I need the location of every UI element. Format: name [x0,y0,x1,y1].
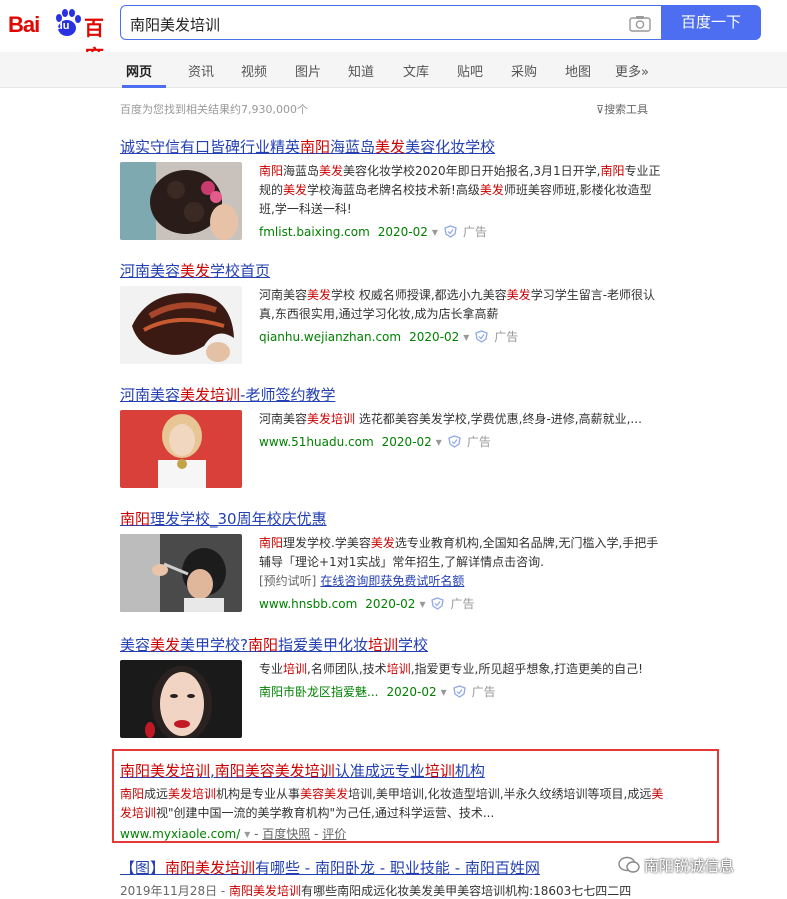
result-title[interactable]: 美容美发美甲学校?南阳指爱美甲化妆培训学校 [120,634,680,655]
result-count: 百度为您找到相关结果约7,930,000个 [120,103,308,116]
result-thumbnail[interactable] [120,162,242,240]
search-tools[interactable]: ⊽搜索工具 [596,101,648,117]
ad-shield-icon [444,225,457,238]
ad-label: 广告 [466,435,491,449]
result-title[interactable]: 南阳理发学校_30周年校庆优惠 [120,508,680,529]
result-title[interactable]: 南阳美发培训,南阳美容美发培训认准成远专业培训机构 [120,760,680,781]
result-source: www.51huadu.com 2020-02 ▾ 广告 [259,433,661,450]
cache-link[interactable]: 百度快照 [262,827,310,841]
result-source: fmlist.baixing.com 2020-02 ▾ 广告 [259,223,661,240]
result-thumbnail[interactable] [120,286,242,364]
result-source: qianhu.wejianzhan.com 2020-02 ▾ 广告 [259,328,661,345]
tab-news[interactable]: 资讯 [188,61,214,80]
result-abstract: 河南美容美发培训 选花都美容美发学校,学费优惠,终身-进修,高薪就业,... [259,412,642,426]
result-thumbnail[interactable] [120,660,242,738]
result-date: 2020-02 [377,225,428,239]
dropdown-arrow-icon[interactable]: ▾ [441,685,447,699]
result-date: 2020-02 [409,330,460,344]
result-abstract: 南阳海蓝岛美发美容化妆学校2020年即日开始报名,3月1日开学,南阳专业正规的美… [259,164,661,216]
ad-label: 广告 [471,685,496,699]
dropdown-arrow-icon[interactable]: ▾ [463,330,469,344]
result-url[interactable]: www.51huadu.com [259,435,374,449]
sublink-label: [预约试听] [259,574,317,588]
result-body: 南阳海蓝岛美发美容化妆学校2020年即日开始报名,3月1日开学,南阳专业正规的美… [259,162,661,240]
result-abstract: 专业培训,名师团队,技术培训,指爱更专业,所见超乎想象,打造更美的自己! [259,662,643,676]
watermark-text: 南阳锐诚信息 [644,857,735,875]
header: Bai du 百度 南阳美发培训 百度一下 [0,0,787,69]
logo-du: du [56,20,70,32]
result-date: 2020-02 [386,685,437,699]
tab-web[interactable]: 网页 [126,61,152,80]
logo-bai: Bai [8,12,40,37]
search-input[interactable]: 南阳美发培训 [120,5,661,40]
tab-video[interactable]: 视频 [241,61,267,80]
result-sublink-row: [预约试听] 在线咨询即获免费试听名额 [259,572,661,591]
result-abstract: 河南美容美发学校 权威名师授课,都选小九美容美发学习学生留言-老师很认真,东西很… [259,288,656,321]
baidu-logo[interactable]: Bai du 百度 [8,6,114,69]
result-thumbnail[interactable] [120,410,242,488]
result-url[interactable]: www.hnsbb.com [259,597,357,611]
nav-tabs: 网页 资讯 视频 图片 知道 文库 贴吧 采购 地图 更多» [0,52,787,88]
active-tab-indicator [122,85,166,88]
result-body: 河南美容美发培训 选花都美容美发学校,学费优惠,终身-进修,高薪就业,... w… [259,410,661,450]
ad-label: 广告 [494,330,519,344]
result-url[interactable]: 南阳市卧龙区指爱魅... [259,685,378,699]
result-source: www.hnsbb.com 2020-02 ▾ 广告 [259,595,661,612]
ad-label: 广告 [462,225,487,239]
dropdown-arrow-icon[interactable]: ▾ [432,225,438,239]
tab-more[interactable]: 更多» [615,61,649,80]
result-url[interactable]: www.myxiaole.com/ [120,827,240,841]
result-source: 南阳市卧龙区指爱魅... 2020-02 ▾ 广告 [259,683,661,700]
ad-shield-icon [431,597,445,610]
organic-result: 南阳美发培训,南阳美容美发培训认准成远专业培训机构 南阳成远美发培训机构是专业从… [120,760,680,842]
ad-result: 美容美发美甲学校?南阳指爱美甲化妆培训学校 专业培训,名师团队,技术培训,指爱更… [120,634,680,738]
search-query: 南阳美发培训 [130,16,221,34]
tab-zhidao[interactable]: 知道 [348,61,374,80]
result-abstract: 2019年11月28日 - 南阳美发培训有哪些南阳成远化妆美发美甲美容培训机构:… [120,884,632,898]
tab-caigou[interactable]: 采购 [511,61,537,80]
result-title[interactable]: 诚实守信有口皆碑行业精英南阳海蓝岛美发美容化妆学校 [120,136,680,157]
result-thumbnail[interactable] [120,534,242,612]
result-url[interactable]: qianhu.wejianzhan.com [259,330,401,344]
ad-shield-icon [452,685,466,698]
result-abstract: 南阳理发学校.学美容美发选专业教育机构,全国知名品牌,无门槛入学,手把手辅导「理… [259,536,659,569]
ad-result: 河南美容美发学校首页 河南美容美发学校 权威名师授课,都选小九美容美发学习学生留… [120,260,680,364]
dropdown-arrow-icon[interactable]: ▾ [419,597,425,611]
search-tools-label: 搜索工具 [604,103,649,116]
ad-result: 诚实守信有口皆碑行业精英南阳海蓝岛美发美容化妆学校 南阳海蓝岛美发美容化妆学校2… [120,136,680,240]
search-button[interactable]: 百度一下 [661,5,761,40]
filter-icon: ⊽ [596,103,605,116]
result-date: 2020-02 [381,435,432,449]
watermark: 南阳锐诚信息 [618,855,734,876]
tab-tieba[interactable]: 贴吧 [457,61,483,80]
tab-images[interactable]: 图片 [295,61,321,80]
result-body: 专业培训,名师团队,技术培训,指爱更专业,所见超乎想象,打造更美的自己! 南阳市… [259,660,661,700]
ad-shield-icon [475,330,488,343]
review-link[interactable]: 评价 [322,827,346,841]
free-trial-link[interactable]: 在线咨询即获免费试听名额 [320,574,464,588]
result-date: 2020-02 [365,597,416,611]
tab-map[interactable]: 地图 [565,61,591,80]
result-url[interactable]: fmlist.baixing.com [259,225,370,239]
result-body: 南阳理发学校.学美容美发选专业教育机构,全国知名品牌,无门槛入学,手把手辅导「理… [259,534,661,612]
wechat-icon [618,856,640,873]
result-title[interactable]: 河南美容美发学校首页 [120,260,680,281]
ad-result: 南阳理发学校_30周年校庆优惠 南阳理发学校.学美容美发选专业教育机构,全国知名… [120,508,680,612]
dropdown-arrow-icon[interactable]: ▾ [436,435,442,449]
ad-label: 广告 [450,597,475,611]
camera-icon[interactable] [629,15,651,32]
tab-wenku[interactable]: 文库 [403,61,429,80]
result-body: 河南美容美发学校 权威名师授课,都选小九美容美发学习学生留言-老师很认真,东西很… [259,286,661,345]
result-abstract: 南阳成远美发培训机构是专业从事美容美发培训,美甲培训,化妆造型培训,半永久纹绣培… [120,787,664,820]
result-title[interactable]: 河南美容美发培训-老师签约教学 [120,384,680,405]
result-source: www.myxiaole.com/▾ - 百度快照 - 评价 [120,827,347,841]
ad-result: 河南美容美发培训-老师签约教学 河南美容美发培训 选花都美容美发学校,学费优惠,… [120,384,680,488]
ad-shield-icon [448,435,461,448]
